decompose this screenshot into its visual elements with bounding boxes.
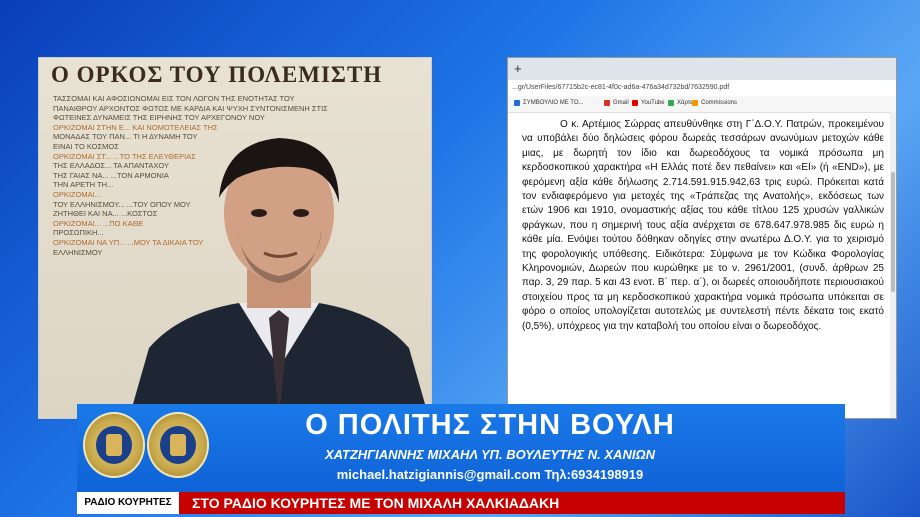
- news-ticker: ΡΑΔΙΟ ΚΟΥΡΗΤΕΣ ΣΤΟ ΡΑΔΙΟ ΚΟΥΡΗΤΕΣ ΜΕ ΤΟΝ…: [77, 492, 845, 514]
- bookmark-item[interactable]: ΣΥΜΒΟΥΛΙΟ ΜΕ ΤΟ...: [514, 100, 584, 106]
- poster-line: ΤΑΣΣΟΜΑΙ ΚΑΙ ΑΦΟΣΙΩΝΟΜΑΙ ΕΙΣ ΤΟΝ ΛΟΓΟΝ Τ…: [53, 94, 295, 103]
- bookmark-label: Gmail: [613, 100, 629, 106]
- guest-name: ΧΑΤΖΗΓΙΑΝΝΗΣ ΜΙΧΑΗΛ ΥΠ. ΒΟΥΛΕΥΤΗΣ Ν. ΧΑΝ…: [325, 447, 655, 462]
- poster-title: Ο ΟΡΚΟΣ ΤΟΥ ΠΟΛΕΜΙΣΤΗ: [51, 62, 383, 87]
- station-logo-right: [147, 412, 209, 478]
- bookmark-label: ΣΥΜΒΟΥΛΙΟ ΜΕ ΤΟ...: [523, 100, 584, 106]
- scrollbar[interactable]: [890, 112, 896, 418]
- browser-window: + ...gr/UserFiles/67715b2c-ec81-4f0c-ad6…: [507, 57, 897, 419]
- station-logo-left: [83, 412, 145, 478]
- new-tab-button[interactable]: +: [514, 61, 522, 76]
- address-bar[interactable]: ...gr/UserFiles/67715b2c-ec81-4f0c-ad6a-…: [508, 80, 896, 96]
- bookmark-item[interactable]: Gmail: [604, 100, 629, 106]
- pdf-document: Ο κ. Αρτέμιος Σώρρας απευθύνθηκε στη Γ΄Δ…: [522, 118, 884, 334]
- bookmark-item[interactable]: YouTube: [632, 100, 665, 106]
- bookmark-icon: [632, 100, 638, 106]
- video-feed: Ο ΟΡΚΟΣ ΤΟΥ ΠΟΛΕΜΙΣΤΗ ΤΑΣΣΟΜΑΙ ΚΑΙ ΑΦΟΣΙ…: [38, 57, 432, 419]
- bookmark-icon: [692, 100, 698, 106]
- ticker-label: ΡΑΔΙΟ ΚΟΥΡΗΤΕΣ: [77, 492, 179, 514]
- speaker-figure: [129, 138, 429, 418]
- bookmark-icon: [604, 100, 610, 106]
- scrollbar-thumb[interactable]: [891, 172, 895, 292]
- show-title: Ο ΠΟΛΙΤΗΣ ΣΤΗΝ ΒΟΥΛΗ: [305, 409, 675, 441]
- bookmarks-bar: ΣΥΜΒΟΥΛΙΟ ΜΕ ΤΟ... Gmail YouTube Χάρτες Comm…: [508, 96, 896, 113]
- document-paragraph: Ο κ. Αρτέμιος Σώρρας απευθύνθηκε στη Γ΄Δ…: [522, 119, 884, 332]
- ticker-text: ΣΤΟ ΡΑΔΙΟ ΚΟΥΡΗΤΕΣ ΜΕ ΤΟΝ ΜΙΧΑΛΗ ΧΑΛΚΙΑΔ…: [192, 495, 560, 511]
- bookmark-icon: [668, 100, 674, 106]
- poster-line: ΠΑΝΑΙΘΡΟΥ ΑΡΧΟΝΤΟΣ ΦΩΤΟΣ ΜΕ ΚΑΡΔΙΑ ΚΑΙ Ψ…: [53, 103, 328, 113]
- bookmark-item[interactable]: Commissions: [692, 100, 737, 106]
- bookmark-label: Commissions: [701, 100, 738, 106]
- guest-contact: michael.hatzigiannis@gmail.com Τηλ:69341…: [336, 467, 644, 482]
- bookmark-label: YouTube: [641, 100, 665, 106]
- lower-third-banner: Ο ΠΟΛΙΤΗΣ ΣΤΗΝ ΒΟΥΛΗ ΧΑΤΖΗΓΙΑΝΝΗΣ ΜΙΧΑΗΛ…: [77, 404, 845, 492]
- tab-strip: +: [508, 58, 896, 80]
- bookmark-icon: [514, 100, 520, 106]
